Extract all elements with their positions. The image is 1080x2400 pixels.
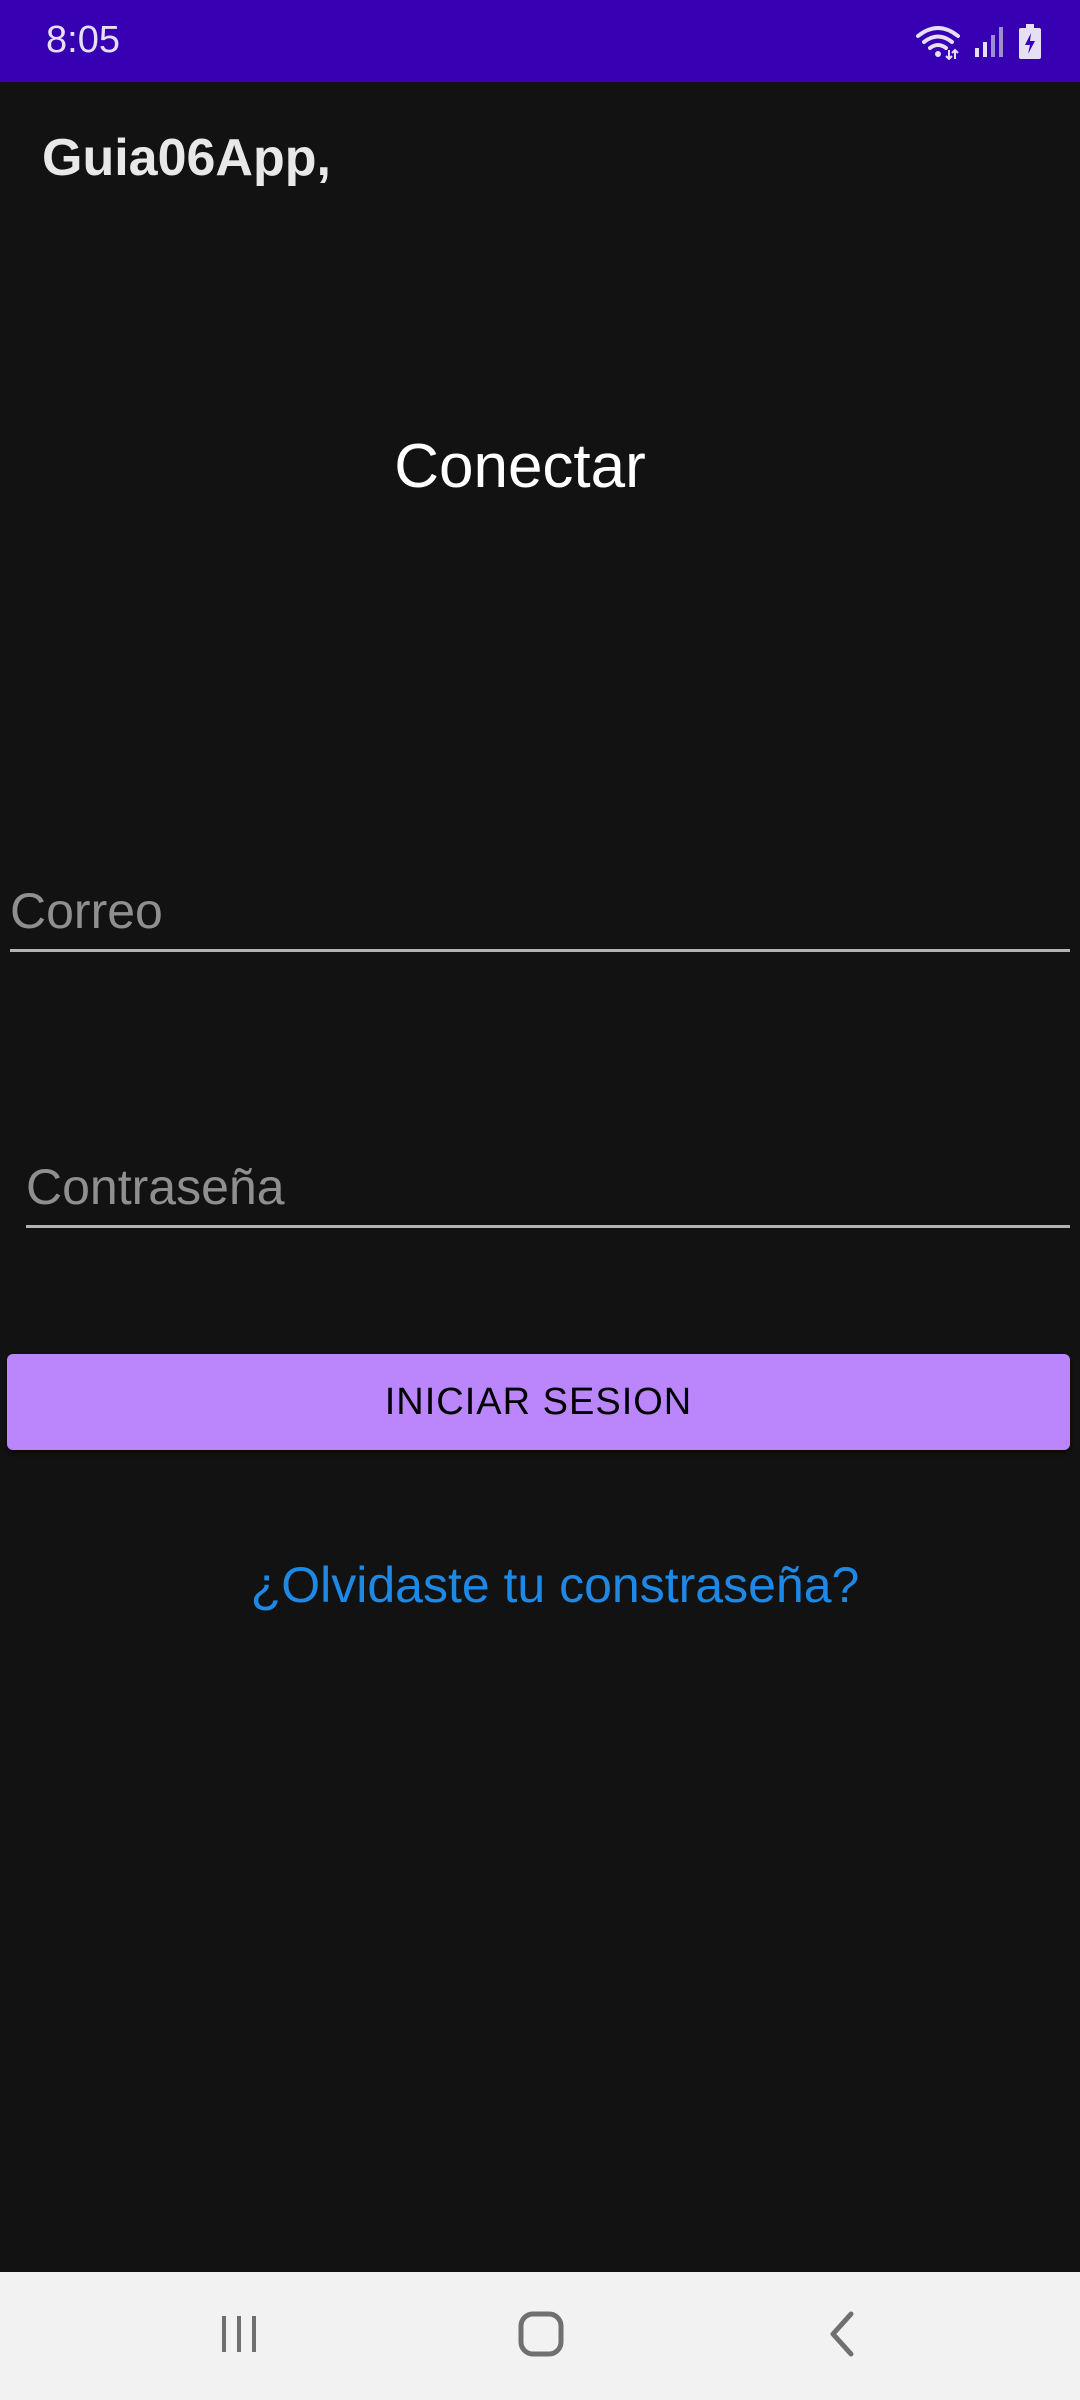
email-field[interactable] bbox=[10, 872, 1070, 952]
status-bar: 8:05 bbox=[0, 0, 1080, 82]
navigation-bar bbox=[0, 2272, 1080, 2400]
status-time: 8:05 bbox=[46, 19, 120, 61]
back-icon bbox=[821, 2310, 865, 2363]
forgot-password-link[interactable]: ¿Olvidaste tu constraseña? bbox=[0, 1554, 1080, 1616]
screen: 8:05 Guia06App, Conectar Correo INICIAR … bbox=[0, 0, 1080, 2400]
status-icons bbox=[916, 20, 1042, 64]
back-button[interactable] bbox=[803, 2296, 883, 2376]
login-button[interactable]: INICIAR SESION bbox=[7, 1354, 1070, 1450]
recent-apps-button[interactable] bbox=[199, 2296, 279, 2376]
app-title: Guia06App, bbox=[42, 129, 331, 187]
password-field[interactable] bbox=[26, 1148, 1070, 1228]
home-button[interactable] bbox=[501, 2296, 581, 2376]
signal-icon bbox=[974, 26, 1004, 58]
recent-apps-icon bbox=[217, 2312, 261, 2361]
home-icon bbox=[517, 2310, 565, 2363]
battery-charging-icon bbox=[1018, 24, 1042, 60]
wifi-icon bbox=[916, 24, 960, 60]
login-heading: Conectar bbox=[394, 432, 646, 501]
